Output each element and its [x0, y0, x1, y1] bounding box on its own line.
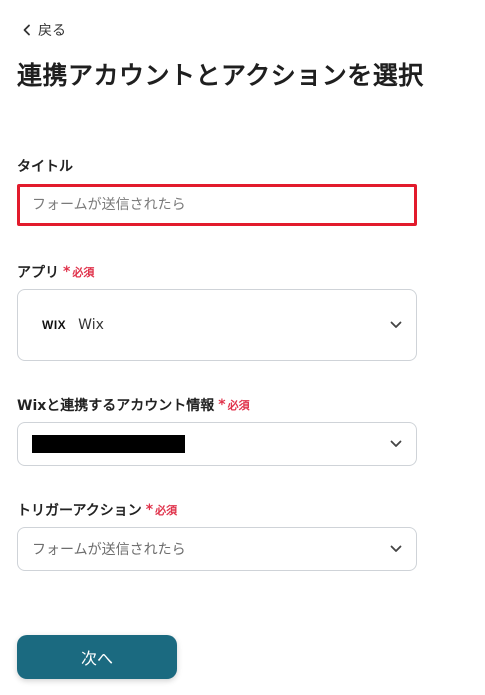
trigger-field-label: トリガーアクション * 必須 — [17, 500, 177, 520]
trigger-label-text: トリガーアクション — [17, 503, 142, 519]
next-button[interactable]: 次へ — [17, 635, 177, 679]
asterisk-icon: * — [218, 397, 226, 413]
redacted-account-name — [32, 435, 185, 453]
back-label: 戻る — [38, 23, 66, 39]
title-label-text: タイトル — [17, 159, 73, 175]
chevron-down-icon — [390, 545, 402, 552]
required-text: 必須 — [72, 266, 95, 279]
trigger-select[interactable]: フォームが送信されたら — [17, 527, 417, 571]
required-badge: * 必須 — [146, 502, 177, 518]
page-title: 連携アカウントとアクションを選択 — [17, 61, 424, 90]
chevron-down-icon — [390, 440, 402, 447]
asterisk-icon: * — [145, 502, 154, 518]
title-input[interactable] — [17, 184, 417, 226]
account-select[interactable] — [17, 422, 417, 466]
app-field-label: アプリ * 必須 — [17, 262, 94, 282]
required-badge: * 必須 — [63, 264, 94, 280]
chevron-left-icon — [23, 24, 30, 36]
app-select[interactable]: WIX Wix — [17, 289, 417, 361]
required-text: 必須 — [227, 399, 250, 412]
trigger-selected-value: フォームが送信されたら — [32, 542, 186, 558]
required-text: 必須 — [155, 504, 178, 517]
title-field-label: タイトル — [17, 156, 73, 176]
app-selected-value: Wix — [78, 317, 104, 333]
asterisk-icon: * — [63, 264, 71, 280]
chevron-down-icon — [390, 321, 402, 328]
wix-logo-icon: WIX — [42, 318, 67, 332]
account-field-label: Wixと連携するアカウント情報 * 必須 — [17, 395, 250, 415]
account-label-text: Wixと連携するアカウント情報 — [17, 398, 215, 414]
app-label-text: アプリ — [17, 265, 59, 281]
back-link[interactable]: 戻る — [22, 20, 66, 40]
required-badge: * 必須 — [218, 397, 249, 413]
